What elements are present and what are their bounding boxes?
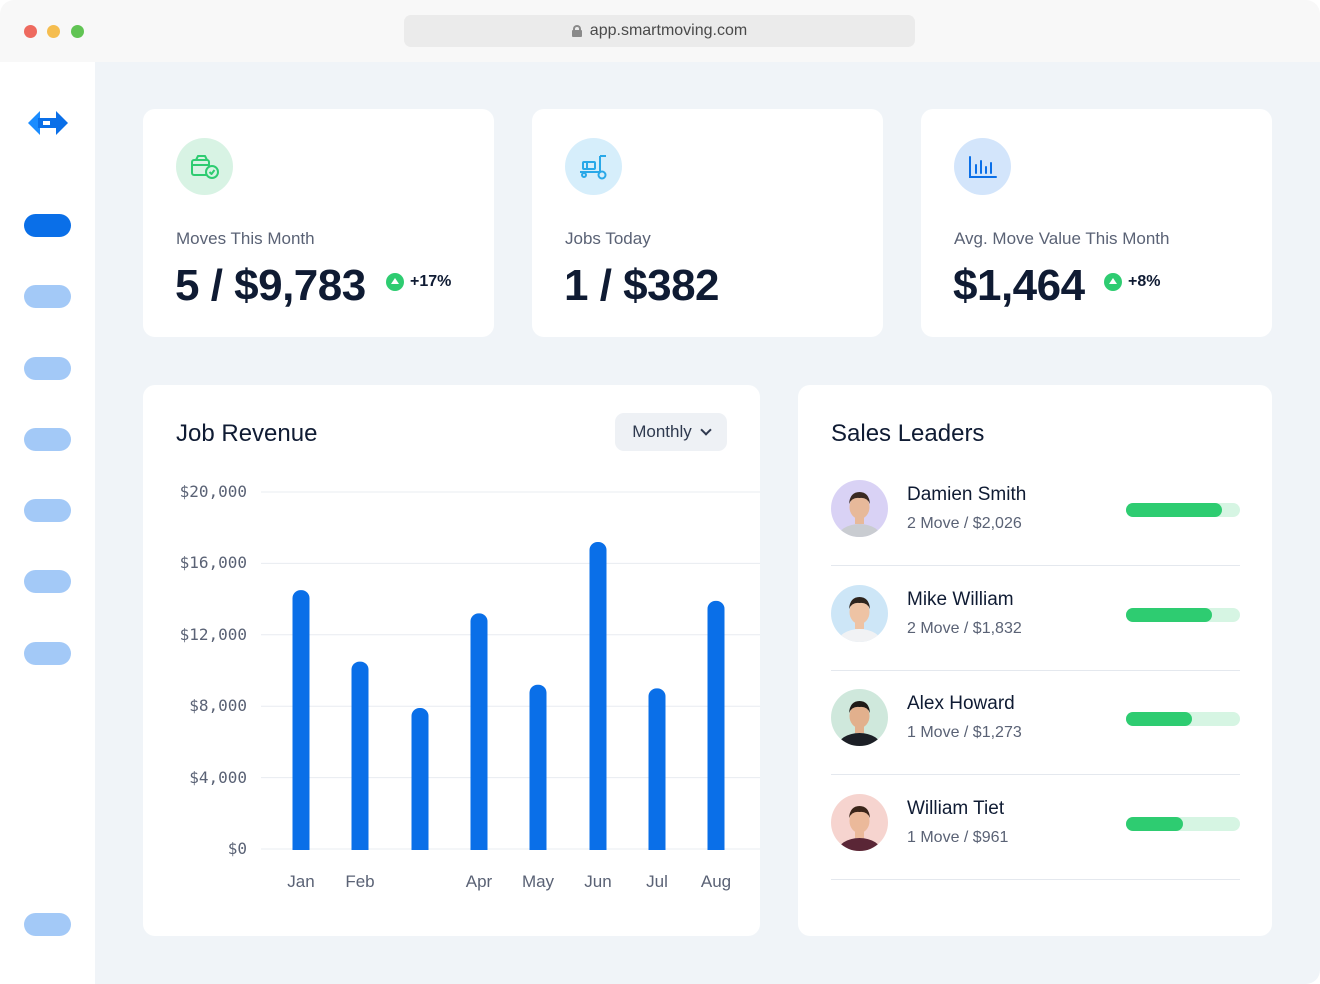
bar-base	[292, 841, 310, 850]
x-axis-tick-label: May	[521, 872, 555, 891]
x-axis-tick-label: Jul	[646, 872, 668, 891]
stat-card-jobs: Jobs Today 1 / $382	[532, 109, 883, 337]
x-axis-tick-label: Aug	[700, 872, 732, 891]
person-portrait-icon	[837, 701, 882, 747]
sidebar-nav-item-5[interactable]	[24, 499, 71, 522]
bar-aug[interactable]	[707, 600, 725, 850]
bar-base	[589, 841, 607, 850]
minimize-window-button[interactable]	[47, 25, 60, 38]
y-axis-tick-label: $8,000	[189, 696, 247, 716]
bar-base	[470, 841, 488, 850]
sales-leader-detail: 1 Move / $961	[907, 829, 1009, 847]
x-axis-tick-label: Feb	[345, 872, 375, 891]
y-axis-tick-label: $0	[227, 839, 247, 858]
stat-delta-text: +8%	[1128, 273, 1161, 290]
bar-chart-icon	[954, 138, 1011, 195]
sales-progress-fill	[1126, 817, 1183, 832]
smartmoving-logo-icon[interactable]	[28, 108, 68, 138]
sales-progress-bar	[1126, 712, 1240, 727]
sales-leader-detail: 1 Move / $1,273	[907, 724, 1022, 742]
sales-progress-bar	[1126, 817, 1240, 832]
stat-delta-text: +17%	[410, 273, 452, 290]
sales-leader-detail: 2 Move / $2,026	[907, 515, 1022, 532]
sales-leader-name: Mike William	[907, 588, 1014, 610]
sales-progress-bar	[1126, 607, 1240, 622]
lock-icon	[571, 25, 582, 37]
sidebar-nav-item-4[interactable]	[24, 428, 71, 451]
sales-leader-name: William Tiet	[907, 798, 1005, 820]
y-axis-tick-label: $20,000	[179, 482, 247, 501]
job-revenue-card: Job Revenue Monthly $20,000 $16,000 $12,00…	[143, 385, 760, 936]
box-check-icon	[176, 138, 233, 195]
close-window-button[interactable]	[24, 25, 37, 38]
stat-card-avg-value: Avg. Move Value This Month $1,464 +8%	[921, 109, 1272, 337]
bar-feb[interactable]	[351, 661, 369, 850]
sales-leader-row[interactable]: Mike William 2 Move / $1,832	[831, 567, 1240, 671]
stat-label: Avg. Move Value This Month	[954, 229, 1170, 248]
stat-delta-badge: +17%	[386, 273, 451, 291]
sales-progress-fill	[1126, 503, 1222, 517]
stat-card-moves: Moves This Month 5 / $9,783 +17%	[143, 109, 494, 337]
y-axis-tick-label: $12,000	[179, 624, 247, 644]
dolly-icon	[565, 138, 622, 195]
x-axis-tick-label: Jan	[287, 872, 315, 891]
revenue-chart: $20,000 $16,000 $12,000 $8,000 $4,000 $0 Jan Fe…	[143, 385, 760, 936]
bar-base	[648, 841, 666, 850]
stat-label: Jobs Today	[565, 229, 651, 248]
sales-progress-bar	[1126, 503, 1240, 517]
bar-base	[529, 841, 547, 850]
stat-label: Moves This Month	[176, 229, 315, 248]
sales-progress-fill	[1126, 712, 1193, 727]
bar-base	[351, 841, 369, 850]
sales-leader-row[interactable]: William Tiet 1 Move / $961	[831, 776, 1240, 881]
sales-leaders-title: Sales Leaders	[831, 420, 985, 447]
avatar	[831, 584, 888, 642]
sales-leader-name: Damien Smith	[907, 484, 1027, 505]
sidebar-nav-item-3[interactable]	[24, 357, 71, 380]
person-portrait-icon	[837, 806, 882, 852]
sales-leader-row[interactable]: Alex Howard 1 Move / $1,273	[831, 671, 1240, 776]
sales-leader-row[interactable]: Damien Smith 2 Move / $2,026	[831, 462, 1240, 566]
y-axis-tick-label: $16,000	[179, 553, 247, 573]
bar-jul[interactable]	[648, 688, 666, 850]
bar-base	[707, 841, 725, 850]
bar-base	[411, 841, 429, 850]
bar-unlabeled[interactable]	[411, 707, 429, 850]
main-content: Moves This Month 5 / $9,783 +17% Jobs To…	[95, 62, 1320, 984]
bar-jun[interactable]	[589, 541, 607, 850]
y-axis-tick-label: $4,000	[189, 767, 247, 787]
person-portrait-icon	[837, 492, 882, 537]
avatar	[831, 689, 888, 747]
bar-jan[interactable]	[292, 590, 310, 850]
sales-progress-fill	[1126, 607, 1212, 622]
sidebar-nav-item-7[interactable]	[24, 642, 71, 665]
avatar	[831, 480, 888, 537]
sales-leader-name: Alex Howard	[907, 693, 1015, 715]
bar-apr[interactable]	[470, 613, 488, 850]
sales-leaders-card: Sales Leaders Damien Smith 2 Move / $2,02…	[798, 385, 1272, 936]
sidebar-nav-item-8[interactable]	[24, 913, 71, 936]
person-portrait-icon	[837, 596, 882, 642]
url-text: app.smartmoving.com	[589, 22, 748, 39]
divider	[831, 879, 1240, 881]
sales-leader-detail: 2 Move / $1,832	[907, 619, 1022, 637]
bar-may[interactable]	[529, 684, 547, 850]
avatar	[831, 794, 888, 852]
stat-delta-badge: +8%	[1104, 273, 1160, 291]
x-axis-tick-label: Jun	[584, 872, 612, 891]
stat-value: 1 / $382	[564, 261, 720, 310]
sidebar-nav-item-6[interactable]	[24, 570, 71, 593]
stat-value: $1,464	[953, 261, 1085, 310]
sidebar-nav-item-2[interactable]	[24, 285, 71, 308]
sidebar	[0, 62, 95, 984]
x-axis-tick-label: Apr	[465, 872, 493, 891]
trend-up-icon	[1104, 273, 1122, 291]
address-bar[interactable]: app.smartmoving.com	[404, 15, 915, 47]
stat-value: 5 / $9,783	[175, 261, 366, 310]
maximize-window-button[interactable]	[71, 25, 84, 38]
browser-chrome: app.smartmoving.com	[0, 0, 1320, 62]
sidebar-nav-item-1[interactable]	[24, 214, 71, 237]
trend-up-icon	[386, 273, 404, 291]
